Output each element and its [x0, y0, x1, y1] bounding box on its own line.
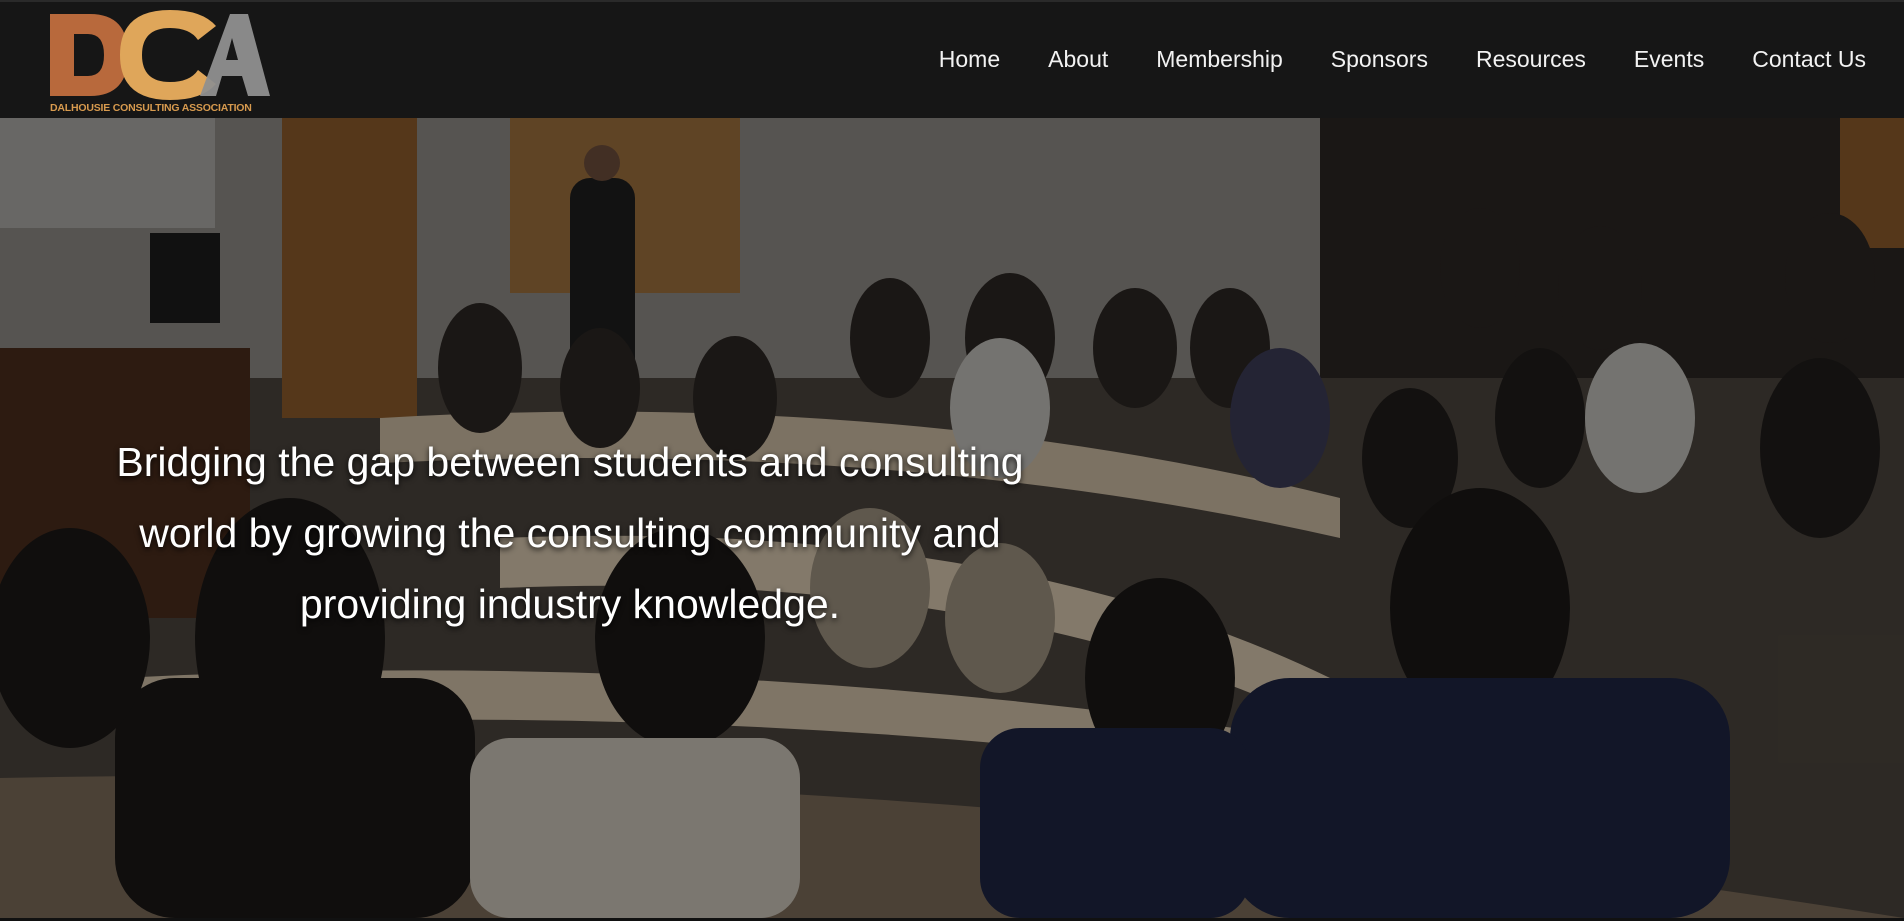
nav-membership[interactable]: Membership — [1156, 46, 1283, 73]
hero-headline: Bridging the gap between students and co… — [116, 439, 1024, 627]
dca-logo[interactable]: DALHOUSIE CONSULTING ASSOCIATION — [50, 10, 270, 116]
nav-about[interactable]: About — [1048, 46, 1108, 73]
logo-tagline: DALHOUSIE CONSULTING ASSOCIATION — [50, 102, 252, 114]
nav-home[interactable]: Home — [939, 46, 1000, 73]
nav-resources[interactable]: Resources — [1476, 46, 1586, 73]
dca-logo-icon — [50, 10, 270, 100]
main-nav: Home About Membership Sponsors Resources… — [939, 46, 1866, 73]
site-header: DALHOUSIE CONSULTING ASSOCIATION Home Ab… — [0, 0, 1904, 118]
nav-contact-us[interactable]: Contact Us — [1752, 46, 1866, 73]
nav-events[interactable]: Events — [1634, 46, 1704, 73]
nav-sponsors[interactable]: Sponsors — [1331, 46, 1428, 73]
page: DALHOUSIE CONSULTING ASSOCIATION Home Ab… — [0, 0, 1904, 921]
hero-section: Bridging the gap between students and co… — [0, 118, 1904, 918]
